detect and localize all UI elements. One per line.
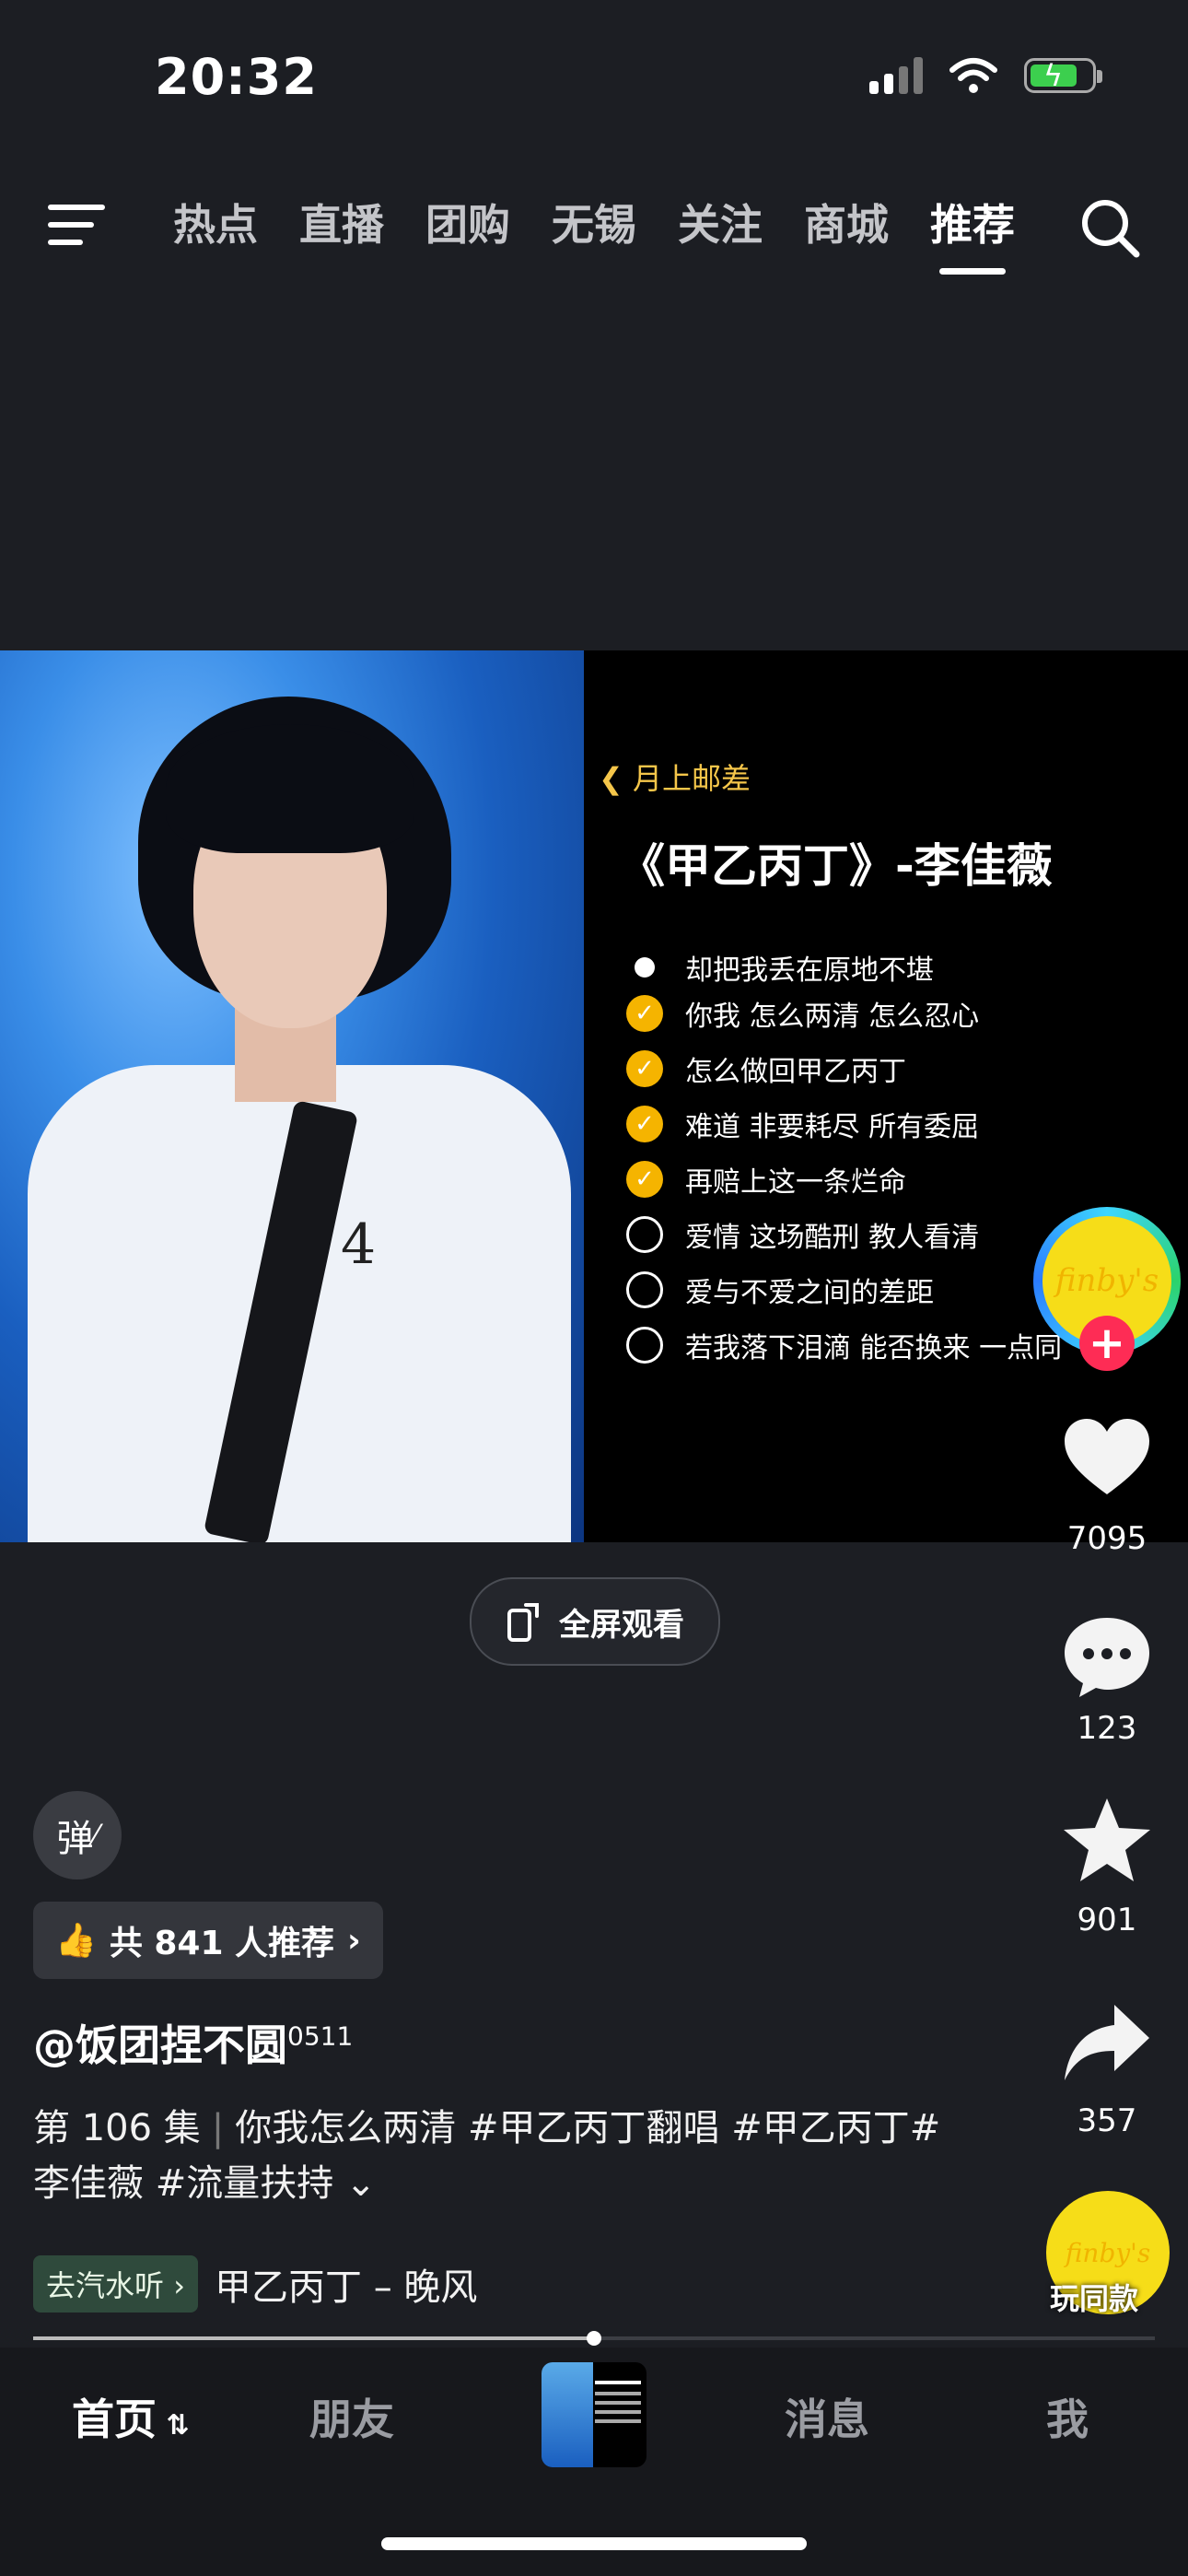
author-username[interactable]: @饭团捏不圆0511: [33, 2012, 353, 2073]
follow-plus-button[interactable]: +: [1079, 1316, 1135, 1371]
current-dot-icon: [626, 949, 663, 986]
lyric-line: 爱与不爱之间的差距: [626, 1270, 934, 1310]
search-icon[interactable]: [1077, 195, 1142, 260]
like-count: 7095: [1066, 1520, 1147, 1557]
top-tabs: 热点 直播 团购 无锡 关注 商城 推荐: [173, 193, 1015, 275]
tab-messages[interactable]: 消息: [785, 2386, 869, 2447]
tab-friends[interactable]: 朋友: [309, 2386, 394, 2447]
tab-group-buy[interactable]: 团购: [425, 193, 510, 256]
danmu-toggle[interactable]: 弹 ⁄: [33, 1791, 122, 1879]
chevron-down-icon: ⌄: [333, 2162, 377, 2205]
checkmark-icon: ✓: [626, 1161, 663, 1198]
comment-icon[interactable]: [1061, 1610, 1153, 1703]
wifi-icon: [949, 58, 997, 93]
share-count: 357: [1077, 2102, 1137, 2139]
lyric-line: 爱情 这场酷刑 教人看清: [626, 1214, 979, 1255]
tab-mall[interactable]: 商城: [804, 193, 889, 256]
video-progress-bar[interactable]: [33, 2331, 1155, 2346]
tab-me[interactable]: 我: [1046, 2386, 1089, 2447]
lyric-line: ✓ 怎么做回甲乙丙丁: [626, 1048, 906, 1089]
lyrics-back: ❮ 月上邮差: [599, 761, 751, 796]
favorite-count: 901: [1077, 1902, 1137, 1938]
lyric-line: ✓ 再赔上这一条烂命: [626, 1159, 906, 1200]
create-post-thumbnail[interactable]: [542, 2362, 646, 2467]
cellular-signal-icon: [869, 57, 923, 94]
tab-recommend[interactable]: 推荐: [930, 193, 1015, 275]
post-caption[interactable]: 第 106 集 | 你我怎么两清 #甲乙丙丁翻唱 #甲乙丙丁#李佳薇 #流量扶持 ⌄: [33, 2101, 954, 2211]
tab-following[interactable]: 关注: [678, 193, 763, 256]
star-icon[interactable]: [1061, 1795, 1153, 1887]
heart-icon[interactable]: [1061, 1413, 1153, 1505]
share-icon[interactable]: [1061, 1997, 1153, 2090]
thumbs-up-icon: 👍: [55, 1922, 97, 1960]
lyric-line: ✓ 难道 非要耗尽 所有委屈: [626, 1104, 979, 1144]
status-time: 20:32: [155, 48, 318, 106]
checkmark-icon: ✓: [626, 1106, 663, 1142]
empty-circle-icon: [626, 1216, 663, 1253]
menu-icon[interactable]: [48, 203, 105, 247]
chevron-right-icon: ›: [347, 1921, 361, 1960]
music-row[interactable]: 去汽水听 › 甲乙丙丁 – 晚风: [33, 2255, 477, 2313]
recommend-chip[interactable]: 👍 共 841 人推荐 ›: [33, 1902, 383, 1979]
battery-icon: ϟ: [1024, 58, 1102, 93]
rotate-screen-icon: [507, 1603, 539, 1642]
checkmark-icon: ✓: [626, 1050, 663, 1087]
tab-live[interactable]: 直播: [299, 193, 384, 256]
empty-circle-icon: [626, 1327, 663, 1364]
tab-local[interactable]: 无锡: [552, 193, 636, 256]
lyrics-title: 《甲乙丙丁》-李佳薇: [619, 839, 1053, 893]
fullscreen-button[interactable]: 全屏观看: [470, 1577, 720, 1666]
lyric-line: 却把我丢在原地不堪: [626, 947, 934, 988]
tab-home[interactable]: 首页 ⇅: [72, 2386, 190, 2447]
empty-circle-icon: [626, 1271, 663, 1308]
home-indicator: [381, 2537, 807, 2550]
progress-knob[interactable]: [587, 2331, 601, 2346]
music-name: 甲乙丙丁 – 晚风: [214, 2266, 478, 2309]
switch-icon: ⇅: [157, 2409, 190, 2441]
video-photo[interactable]: 4: [0, 650, 584, 1542]
lyric-line: ✓ 你我 怎么两清 怎么忍心: [626, 993, 979, 1034]
lyric-line: 若我落下泪滴 能否换来 一点同: [626, 1325, 1062, 1365]
comment-count: 123: [1077, 1710, 1137, 1747]
music-app-tag[interactable]: 去汽水听 ›: [33, 2255, 198, 2313]
chevron-left-icon: ❮: [599, 761, 633, 796]
checkmark-icon: ✓: [626, 995, 663, 1032]
play-same-label[interactable]: 玩同款: [1050, 2276, 1138, 2318]
tab-hot[interactable]: 热点: [173, 193, 258, 256]
status-icons: ϟ: [869, 57, 1102, 94]
progress-fill: [33, 2336, 594, 2340]
